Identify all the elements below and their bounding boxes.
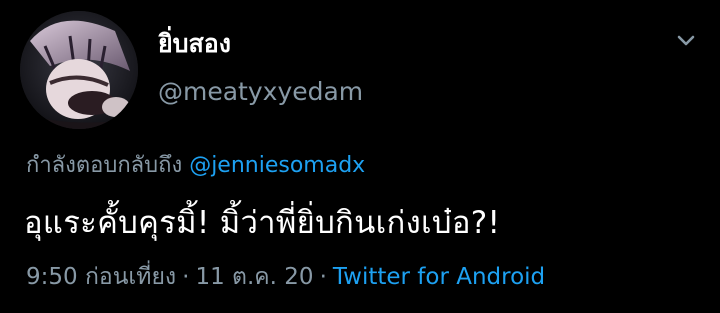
meta-separator: · bbox=[182, 264, 190, 290]
tweet-text: อุแระคั้บคุรมิ้! มิ้ว่าพี่ยิ่บกินเก่งเบ๋… bbox=[24, 205, 501, 241]
display-name[interactable]: ยิ่บสอง bbox=[158, 24, 231, 64]
user-handle[interactable]: @meatyxyedam bbox=[158, 77, 363, 106]
chevron-down-icon[interactable] bbox=[672, 26, 700, 54]
tweet-date[interactable]: 11 ต.ค. 20 bbox=[195, 264, 313, 290]
reply-prefix: กำลังตอบกลับถึง bbox=[26, 153, 190, 178]
meta-separator: · bbox=[319, 264, 327, 290]
tweet-source-link[interactable]: Twitter for Android bbox=[333, 264, 545, 290]
tweet-meta: 9:50 ก่อนเที่ยง · 11 ต.ค. 20 · Twitter for A… bbox=[26, 259, 545, 295]
reply-context: กำลังตอบกลับถึง @jenniesomadx bbox=[26, 147, 365, 182]
tweet-card: ยิ่บสอง @meatyxyedam กำลังตอบกลับถึง @je… bbox=[0, 0, 720, 313]
reply-mention-link[interactable]: @jenniesomadx bbox=[189, 153, 365, 178]
avatar[interactable] bbox=[20, 11, 138, 129]
tweet-time[interactable]: 9:50 ก่อนเที่ยง bbox=[26, 264, 176, 290]
